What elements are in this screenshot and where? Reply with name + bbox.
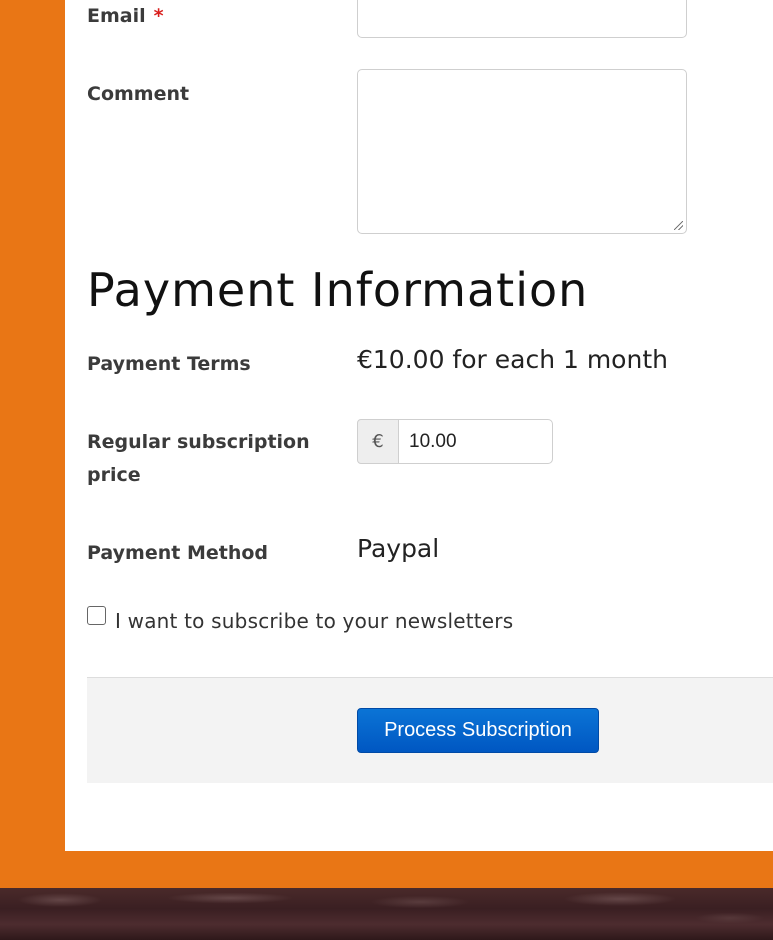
currency-addon: € [357,419,399,464]
email-field[interactable] [357,0,687,38]
payment-heading: Payment Information [87,263,589,317]
newsletter-label[interactable]: I want to subscribe to your newsletters [115,609,513,633]
comment-label: Comment [87,83,190,105]
email-label: Email * [87,5,164,27]
price-input-group: € [357,419,553,464]
resize-handle-icon[interactable] [674,221,683,230]
comment-textarea[interactable] [357,69,687,234]
payment-terms-value: €10.00 for each 1 month [357,345,668,374]
payment-method-value: Paypal [357,534,440,563]
process-subscription-button[interactable]: Process Subscription [357,708,599,753]
footer-background [0,888,773,940]
price-input[interactable] [398,419,553,464]
price-label: Regular subscription price [87,431,310,486]
payment-terms-label: Payment Terms [87,353,251,375]
newsletter-checkbox[interactable] [87,606,106,625]
payment-method-label: Payment Method [87,542,269,564]
required-marker: * [153,5,164,27]
